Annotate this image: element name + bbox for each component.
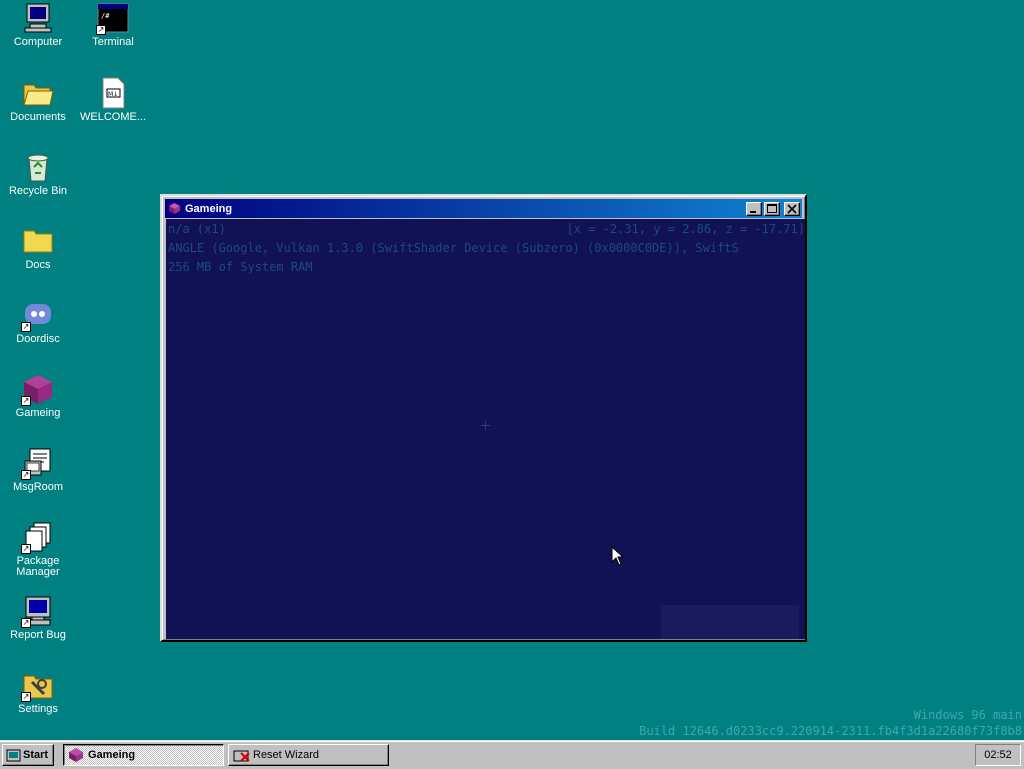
icon-label: Terminal [92,36,134,48]
svg-text:/#: /# [101,12,110,20]
icon-label: Doordisc [16,333,60,345]
game-block [661,605,799,639]
hud-fps: n/a (x1) [168,222,226,236]
build-watermark-line2: Build 12646.d0233cc9.220914-2311.fb4f3d1… [639,724,1022,738]
mouse-cursor-icon [611,546,625,566]
game-cube-icon: ↗ [21,373,54,406]
open-folder-icon [22,77,54,109]
report-bug-icon: ↗ [21,595,54,628]
start-label: Start [23,749,49,761]
icon-label: Settings [18,703,58,715]
minimize-button[interactable] [746,201,762,216]
desktop-icon-welcome[interactable]: M↓ WELCOME... [76,77,150,123]
reset-wizard-icon [233,750,250,762]
desktop-icon-computer[interactable]: Computer [1,2,75,48]
start-button[interactable]: Start [2,744,54,766]
chat-app-icon: ↗ [21,299,54,332]
desktop-icon-report-bug[interactable]: ↗ Report Bug [1,595,75,641]
icon-label: Package Manager [16,555,60,578]
desktop-icon-docs[interactable]: Docs [1,225,75,271]
msgroom-icon: ↗ [21,447,54,480]
crosshair-icon [481,421,490,430]
icon-label: Recycle Bin [8,185,68,197]
start-logo-icon [6,749,21,762]
desktop-icon-gameing[interactable]: ↗ Gameing [1,373,75,419]
recycle-bin-icon [22,151,54,183]
build-watermark-line1: Windows 96 main [913,708,1022,722]
game-cube-icon [168,202,181,215]
icon-label: WELCOME... [79,111,146,123]
icon-label: Gameing [15,407,61,419]
folder-icon [22,225,54,257]
taskbar-item-label: Reset Wizard [253,749,320,761]
system-tray: 02:52 [975,744,1021,766]
computer-icon [22,2,54,34]
desktop-icon-documents[interactable]: Documents [1,77,75,123]
desktop-icon-settings[interactable]: ↗ Settings [1,669,75,715]
icon-label: MsgRoom [12,481,64,493]
taskbar-item-label: Gameing [88,749,136,761]
close-icon [787,203,797,214]
taskbar-item-reset-wizard[interactable]: Reset Wizard [228,744,389,766]
icon-label: Docs [25,259,51,271]
hud-coordinates: [x = -2.31, y = 2.86, z = -17.71] [566,222,805,236]
taskbar-item-gameing[interactable]: Gameing [63,744,224,766]
settings-folder-icon: ↗ [21,669,54,702]
svg-text:M↓: M↓ [108,91,118,98]
desktop-icon-msgroom[interactable]: ↗ MsgRoom [1,447,75,493]
terminal-icon: /# ↗ [96,2,129,35]
window-title: Gameing [185,202,233,215]
desktop-icon-package-manager[interactable]: ↗ Package Manager [1,521,75,578]
hud-ram: 256 MB of System RAM [168,260,313,274]
icon-label: Documents [10,111,66,123]
game-viewport[interactable]: n/a (x1) [x = -2.31, y = 2.86, z = -17.7… [166,219,805,639]
hud-renderer: ANGLE (Google, Vulkan 1.3.0 (SwiftShader… [168,241,739,255]
desktop-icon-recycle-bin[interactable]: Recycle Bin [1,151,75,197]
clock[interactable]: 02:52 [984,749,1012,761]
maximize-button[interactable] [764,201,780,216]
taskbar: Start Gameing Reset Wizard 02:52 [0,740,1024,769]
gameing-window[interactable]: Gameing n/a (x1) [x = -2.31, y = 2.86, z… [160,194,807,642]
window-titlebar[interactable]: Gameing [165,199,802,218]
icon-label: Computer [13,36,63,48]
close-button[interactable] [784,201,800,216]
maximize-icon [767,203,777,213]
icon-label: Report Bug [10,629,66,641]
desktop-icon-terminal[interactable]: /# ↗ Terminal [76,2,150,48]
package-manager-icon: ↗ [21,521,54,554]
markdown-file-icon: M↓ [97,77,129,109]
game-cube-icon [69,748,83,762]
desktop-icon-doordisc[interactable]: ↗ Doordisc [1,299,75,345]
minimize-icon [750,210,756,213]
